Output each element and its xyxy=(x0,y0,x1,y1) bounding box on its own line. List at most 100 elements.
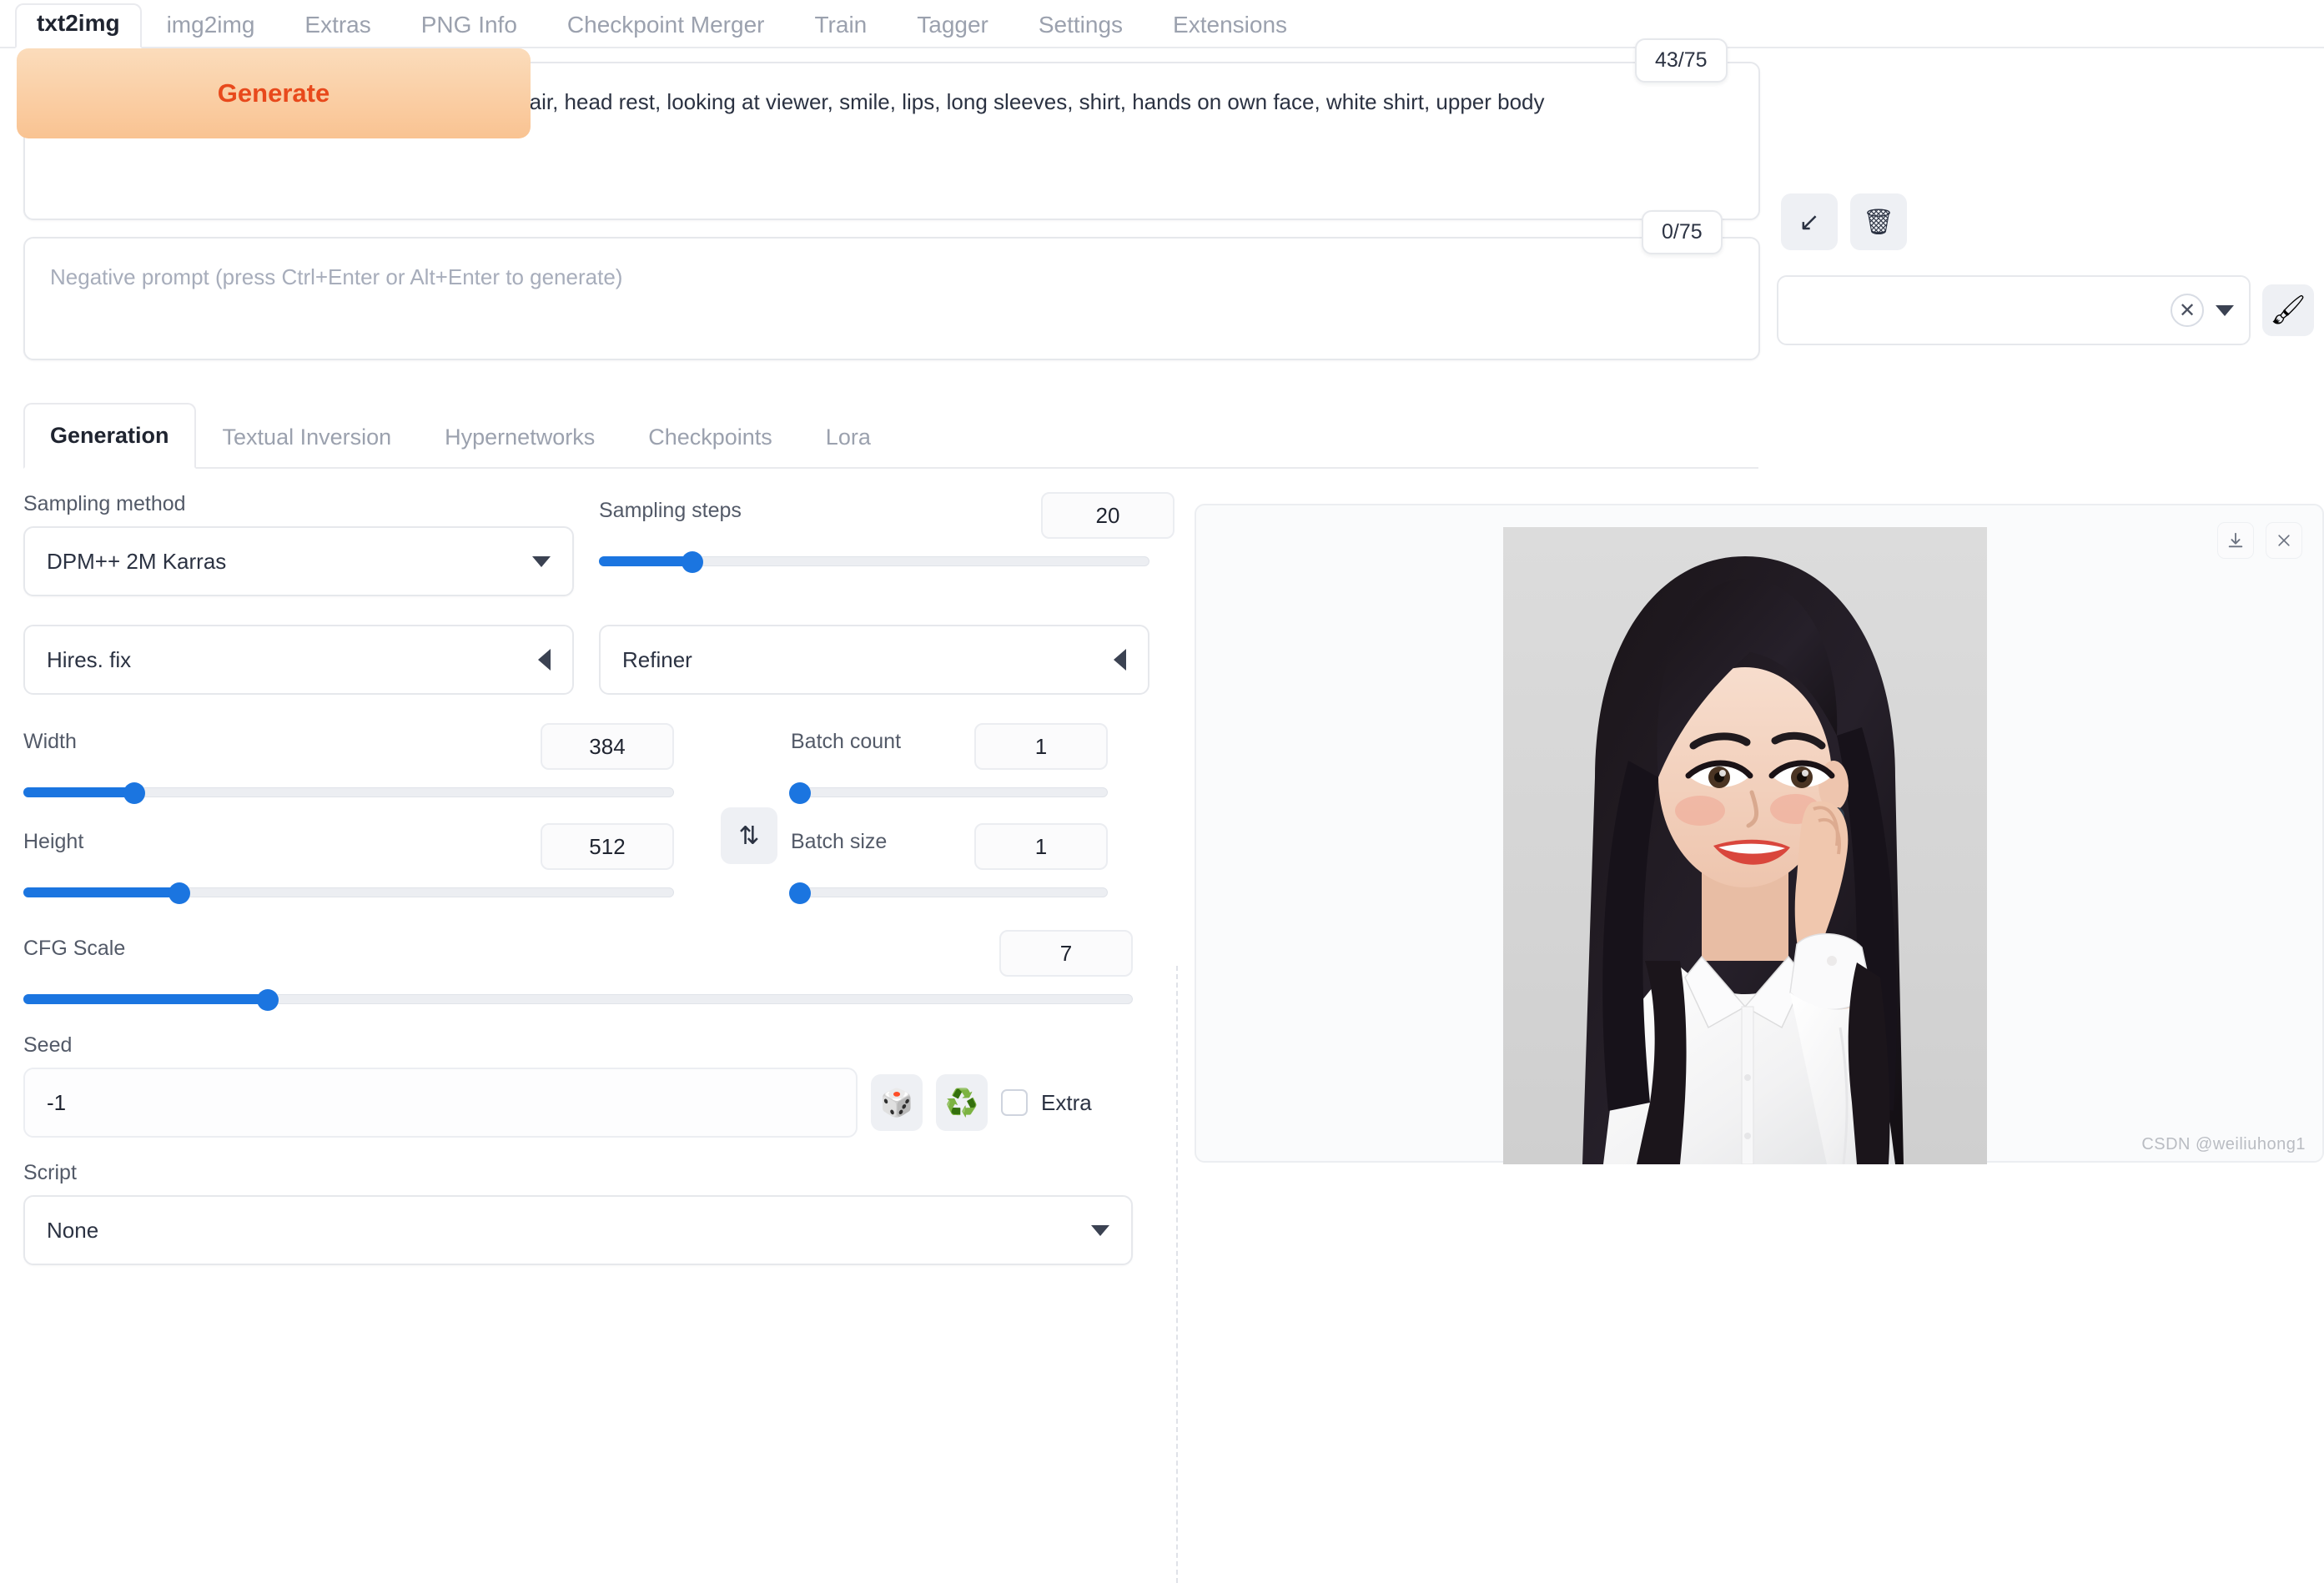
close-icon xyxy=(2276,532,2292,549)
height-input[interactable]: 512 xyxy=(541,823,674,870)
sampling-method-group: Sampling method DPM++ 2M Karras xyxy=(23,492,599,596)
tab-lora[interactable]: Lora xyxy=(799,425,898,467)
sampling-steps-slider[interactable] xyxy=(599,552,1149,570)
dimensions-row: Width 384 Height 512 xyxy=(23,723,1185,902)
chevron-left-icon xyxy=(538,649,551,671)
tab-checkpoint-merger[interactable]: Checkpoint Merger xyxy=(542,8,790,47)
negative-prompt-token-counter: 0/75 xyxy=(1642,210,1723,254)
seed-input[interactable]: -1 xyxy=(23,1068,858,1138)
height-label: Height xyxy=(23,830,83,854)
cfg-scale-header: CFG Scale 7 xyxy=(23,930,1133,977)
refiner-accordion[interactable]: Refiner xyxy=(599,625,1149,695)
chevron-down-icon xyxy=(532,556,551,567)
styles-dropdown[interactable]: ✕ xyxy=(1777,275,2251,345)
close-image-button[interactable] xyxy=(2266,522,2302,559)
batch-count-slider[interactable] xyxy=(791,783,1108,802)
clear-prompt-button[interactable]: 🗑 xyxy=(1850,193,1907,250)
chevron-down-icon[interactable] xyxy=(2216,305,2234,316)
chevron-left-icon xyxy=(1114,649,1126,671)
batch-count-label: Batch count xyxy=(791,730,901,754)
refiner-group: Refiner xyxy=(599,625,1175,695)
random-seed-dice-icon[interactable]: 🎲 xyxy=(871,1074,923,1131)
hires-fix-accordion[interactable]: Hires. fix xyxy=(23,625,574,695)
hires-fix-label: Hires. fix xyxy=(47,647,131,673)
image-tools xyxy=(2217,522,2302,559)
hires-fix-group: Hires. fix xyxy=(23,625,599,695)
tab-png-info[interactable]: PNG Info xyxy=(396,8,542,47)
negative-prompt-input[interactable]: Negative prompt (press Ctrl+Enter or Alt… xyxy=(23,237,1760,360)
download-image-button[interactable] xyxy=(2217,522,2254,559)
batch-group: Batch count 1 Batch size 1 xyxy=(791,723,1124,902)
image-result-panel xyxy=(1195,504,2324,1163)
slider-thumb[interactable] xyxy=(789,782,811,804)
chevron-down-icon xyxy=(1091,1225,1109,1236)
generate-button[interactable]: Generate xyxy=(17,48,531,138)
paintbrush-icon: 🖌 xyxy=(2270,294,2306,327)
watermark: CSDN @weiliuhong1 xyxy=(2141,1135,2306,1154)
clear-styles-icon[interactable]: ✕ xyxy=(2171,294,2204,327)
tab-generation[interactable]: Generation xyxy=(23,403,196,469)
tab-extensions[interactable]: Extensions xyxy=(1148,8,1312,47)
generate-label: Generate xyxy=(218,78,329,108)
batch-size-header: Batch size 1 xyxy=(791,823,1108,870)
dice-icon: 🎲 xyxy=(880,1087,913,1118)
sampling-steps-header: Sampling steps 20 xyxy=(599,492,1175,539)
width-header: Width 384 xyxy=(23,723,674,770)
trash-icon: 🗑 xyxy=(1863,208,1894,237)
refiner-label: Refiner xyxy=(622,647,692,673)
column-divider xyxy=(1176,966,1178,1583)
tab-checkpoints[interactable]: Checkpoints xyxy=(621,425,799,467)
cfg-scale-group: CFG Scale 7 xyxy=(23,930,1133,1008)
slider-fill xyxy=(23,994,268,1004)
height-slider[interactable] xyxy=(23,883,674,902)
main-tab-bar: txt2img img2img Extras PNG Info Checkpoi… xyxy=(0,0,2324,48)
negative-prompt-placeholder: Negative prompt (press Ctrl+Enter or Alt… xyxy=(50,262,1733,294)
generated-portrait-illustration xyxy=(1503,527,1987,1164)
settings-left-column: Sampling method DPM++ 2M Karras Sampling… xyxy=(0,492,1185,1265)
seed-group: Seed -1 🎲 ♻️ Extra xyxy=(23,1033,1185,1138)
height-header: Height 512 xyxy=(23,823,674,870)
slider-fill xyxy=(23,787,134,797)
tab-extras[interactable]: Extras xyxy=(279,8,395,47)
tab-settings[interactable]: Settings xyxy=(1014,8,1148,47)
read-generation-params-button[interactable]: ↙ xyxy=(1781,193,1838,250)
slider-thumb[interactable] xyxy=(257,989,279,1011)
generation-tab-bar: Generation Textual Inversion Hypernetwor… xyxy=(23,399,1758,469)
swap-dimensions-wrap: ⇅ xyxy=(707,723,791,902)
slider-fill xyxy=(599,556,692,566)
tab-hypernetworks[interactable]: Hypernetworks xyxy=(418,425,621,467)
slider-thumb[interactable] xyxy=(169,882,190,904)
tab-tagger[interactable]: Tagger xyxy=(892,8,1014,47)
slider-thumb[interactable] xyxy=(123,782,145,804)
slider-thumb[interactable] xyxy=(682,551,703,573)
seed-row: -1 🎲 ♻️ Extra xyxy=(23,1068,1185,1138)
width-label: Width xyxy=(23,730,77,754)
sampling-steps-input[interactable]: 20 xyxy=(1041,492,1175,539)
slider-fill xyxy=(23,887,179,897)
tab-txt2img[interactable]: txt2img xyxy=(15,3,142,48)
seed-label: Seed xyxy=(23,1033,1185,1058)
sampling-method-select[interactable]: DPM++ 2M Karras xyxy=(23,526,574,596)
tab-img2img[interactable]: img2img xyxy=(142,8,280,47)
slider-track xyxy=(791,887,1108,897)
width-slider[interactable] xyxy=(23,783,674,802)
batch-size-slider[interactable] xyxy=(791,883,1108,902)
cfg-scale-input[interactable]: 7 xyxy=(999,930,1133,977)
generated-image[interactable] xyxy=(1503,527,1987,1164)
tab-textual-inversion[interactable]: Textual Inversion xyxy=(196,425,419,467)
batch-size-input[interactable]: 1 xyxy=(974,823,1108,870)
download-icon xyxy=(2226,531,2245,550)
batch-count-input[interactable]: 1 xyxy=(974,723,1108,770)
tab-train[interactable]: Train xyxy=(789,8,892,47)
cfg-scale-slider[interactable] xyxy=(23,990,1133,1008)
recycle-icon: ♻️ xyxy=(945,1087,978,1118)
apply-styles-brush-button[interactable]: 🖌 xyxy=(2262,284,2314,336)
width-input[interactable]: 384 xyxy=(541,723,674,770)
swap-dimensions-button[interactable]: ⇅ xyxy=(721,807,777,864)
arrow-down-left-icon: ↙ xyxy=(1798,208,1819,237)
reuse-seed-recycle-icon[interactable]: ♻️ xyxy=(936,1074,988,1131)
slider-thumb[interactable] xyxy=(789,882,811,904)
extra-seed-checkbox[interactable] xyxy=(1001,1089,1028,1116)
script-select[interactable]: None xyxy=(23,1195,1133,1265)
sampling-method-label: Sampling method xyxy=(23,492,599,516)
